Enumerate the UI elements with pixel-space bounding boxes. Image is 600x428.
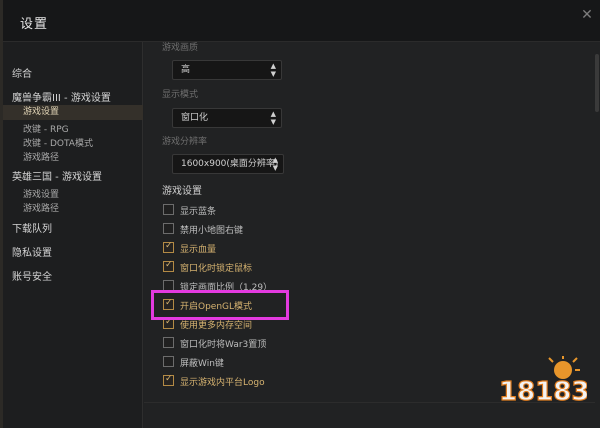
title-bar: 设置 ✕ bbox=[3, 0, 600, 42]
window-title: 设置 bbox=[20, 17, 49, 32]
checkbox[interactable] bbox=[163, 223, 174, 234]
resolution-label: 游戏分辨率 bbox=[162, 137, 208, 147]
resolution-select[interactable]: 1600x900(桌面分辨率) ▲ ▼ bbox=[172, 154, 284, 174]
sidebar-item-account[interactable]: 账号安全 bbox=[12, 268, 52, 283]
highlight-box bbox=[151, 290, 289, 320]
game-settings-title: 游戏设置 bbox=[162, 186, 202, 197]
close-icon[interactable]: ✕ bbox=[579, 7, 595, 23]
sidebar-item-wc3-keys-dota[interactable]: 改键 - DOTA模式 bbox=[23, 136, 93, 149]
sidebar-group-wc3[interactable]: 魔兽争霸III - 游戏设置 bbox=[12, 89, 111, 104]
sidebar-item-wc3-game-settings[interactable]: 游戏设置 bbox=[3, 105, 143, 120]
checkbox[interactable] bbox=[163, 356, 174, 367]
checkbox[interactable] bbox=[163, 337, 174, 348]
sidebar-item-yx-game-path[interactable]: 游戏路径 bbox=[23, 201, 59, 214]
checkbox[interactable] bbox=[163, 204, 174, 215]
display-mode-select[interactable]: 窗口化 ▲ ▼ bbox=[172, 108, 282, 128]
checkbox[interactable] bbox=[163, 241, 174, 253]
logo-text: 18183 bbox=[499, 377, 587, 407]
display-mode-label: 显示模式 bbox=[162, 90, 199, 100]
sidebar: 综合 魔兽争霸III - 游戏设置 游戏设置 改键 - RPG 改键 - DOT… bbox=[3, 42, 143, 428]
display-mode-value: 窗口化 bbox=[181, 113, 209, 123]
option-label: 屏蔽Win键 bbox=[180, 359, 224, 369]
settings-window: 设置 ✕ 综合 魔兽争霸III - 游戏设置 游戏设置 改键 - RPG 改键 … bbox=[0, 0, 600, 428]
option-label: 窗口化时将War3置顶 bbox=[180, 340, 267, 350]
scrollbar[interactable] bbox=[595, 54, 599, 112]
sidebar-group-yx[interactable]: 英雄三国 - 游戏设置 bbox=[12, 168, 102, 183]
select-arrows-icon: ▲ ▼ bbox=[270, 110, 276, 126]
resolution-value: 1600x900(桌面分辨率) bbox=[181, 159, 279, 169]
quality-value: 高 bbox=[181, 65, 191, 75]
sidebar-item-yx-game-settings[interactable]: 游戏设置 bbox=[23, 187, 59, 200]
select-arrows-icon: ▲ ▼ bbox=[270, 62, 276, 78]
sidebar-item-general[interactable]: 综合 bbox=[12, 65, 32, 80]
checkbox[interactable] bbox=[163, 260, 174, 272]
sidebar-item-download[interactable]: 下载队列 bbox=[12, 220, 52, 235]
sidebar-item-wc3-game-path[interactable]: 游戏路径 bbox=[23, 150, 59, 163]
option-label: 显示蓝条 bbox=[180, 207, 217, 217]
option-label: 窗口化时锁定鼠标 bbox=[180, 264, 253, 274]
option-label: 显示血量 bbox=[180, 245, 217, 255]
sidebar-item-privacy[interactable]: 隐私设置 bbox=[12, 244, 52, 259]
select-arrows-icon: ▲ ▼ bbox=[272, 156, 278, 172]
quality-label: 游戏画质 bbox=[162, 43, 199, 53]
quality-select[interactable]: 高 ▲ ▼ bbox=[172, 60, 282, 80]
checkbox[interactable] bbox=[163, 374, 174, 386]
option-label: 禁用小地图右键 bbox=[180, 226, 244, 236]
sidebar-item-wc3-keys-rpg[interactable]: 改键 - RPG bbox=[23, 122, 69, 135]
option-label: 显示游戏内平台Logo bbox=[180, 378, 265, 388]
site-logo: 18183 bbox=[498, 356, 587, 408]
